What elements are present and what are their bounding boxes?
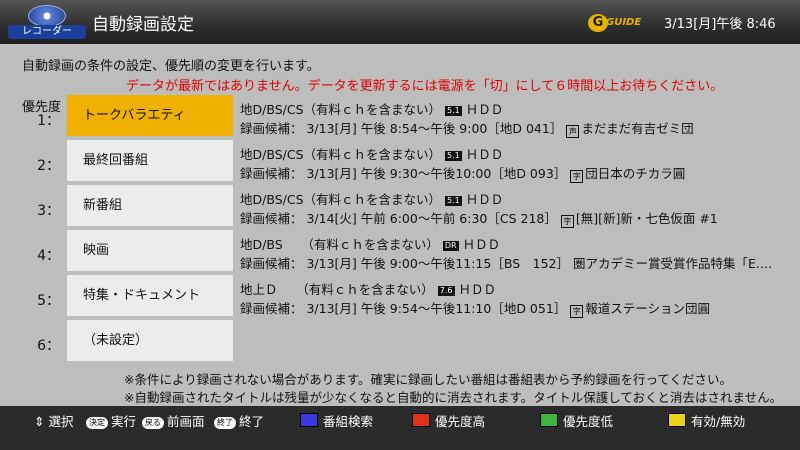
dr-mode-badge-icon: DR [442, 241, 459, 251]
priority-number: 1： [37, 113, 60, 129]
rule-candidate: 録画候補： 3/14[火] 午前 6:00～午前 6:30［CS 218］ 字[… [240, 208, 718, 228]
rule-condition: 地D/BS/CS（有料ｃｈを含まない） 5.1 ＨＤＤ [240, 144, 503, 163]
priority-row-5: 5： 特集・ドキュメント 地上Ｄ （有料ｃｈを含まない） 7.6 ＨＤＤ 録画候補：… [0, 275, 800, 319]
back-label: 前画面 [167, 414, 205, 429]
execute-hint[interactable]: 決定 実行 [86, 413, 136, 431]
priority-row-1: 1： トークバラエティ 地D/BS/CS（有料ｃｈを含まない） 5.1 ＨＤＤ 録画… [0, 95, 800, 139]
storage-text: ＨＤＤ [465, 102, 504, 117]
blue-program-search-hint[interactable]: 番組検索 [300, 413, 373, 431]
up-down-arrow-icon: ⇕ [34, 414, 45, 429]
rule-candidate: 録画候補： 3/13[月] 午後 9:54～午後11:10［地D 051］ 字報… [240, 298, 710, 318]
recorder-logo-label: レコーダー [8, 25, 86, 39]
rule-button-unset[interactable]: （未設定） [67, 320, 233, 361]
priority-up-label: 優先度高 [435, 414, 486, 429]
candidate-program: 団日本のチカラ圓 [585, 166, 686, 181]
end-key-icon: 終了 [214, 417, 236, 429]
note-text: ※自動録画されたタイトルは残量が少なくなると自動的に消去されます。タイトル保護し… [124, 390, 783, 405]
candidate-time: 録画候補： 3/13[月] 午後 9:54～午後11:10［地D 051］ [240, 301, 567, 316]
priority-row-3: 3： 新番組 地D/BS/CS（有料ｃｈを含まない） 5.1 ＨＤＤ 録画候補： 3… [0, 185, 800, 229]
red-priority-up-hint[interactable]: 優先度高 [412, 413, 485, 431]
audio-badge-icon: 5.1 [445, 151, 462, 161]
candidate-time: 録画候補： 3/13[月] 午後 8:54～午後 9:00［地D 041］ [240, 121, 563, 136]
bottom-bar: ⇕ 選択 決定 実行 戻る 前画面 終了 終了 番組検索 優先度高 優先度低 有効/無… [0, 406, 800, 450]
storage-text: ＨＤＤ [465, 192, 504, 207]
red-key-icon [412, 413, 430, 427]
rule-candidate: 録画候補： 3/13[月] 午後 9:30～午後10:00［地D 093］ 字団… [240, 163, 685, 183]
gguide-logo: G GUIDE [588, 14, 641, 32]
condition-text: 地D/BS （有料ｃｈを含まない） [240, 237, 439, 252]
rule-button-final-episode[interactable]: 最終回番組 [67, 140, 233, 181]
rule-condition: 地上Ｄ （有料ｃｈを含まない） 7.6 ＨＤＤ [240, 279, 496, 298]
condition-text: 地D/BS/CS（有料ｃｈを含まない） [240, 192, 442, 207]
yellow-key-icon [668, 413, 686, 427]
candidate-program: 圏アカデミー賞受賞作品特集「E.… [572, 256, 773, 271]
back-hint[interactable]: 戻る 前画面 [142, 413, 205, 431]
rule-button-documentary[interactable]: 特集・ドキュメント [67, 275, 233, 316]
rule-candidate: 録画候補： 3/13[月] 午後 9:00～午後11:15［BS 152］ 圏ア… [240, 253, 772, 272]
gguide-logo-text: GUIDE [606, 17, 642, 28]
candidate-time: 録画候補： 3/13[月] 午後 9:30～午後10:00［地D 093］ [240, 166, 567, 181]
candidate-time: 録画候補： 3/13[月] 午後 9:00～午後11:15［BS 152］ [240, 256, 569, 271]
rule-button-talk-variety[interactable]: トークバラエティ [67, 95, 233, 136]
condition-text: 地D/BS/CS（有料ｃｈを含まない） [240, 102, 442, 117]
audio-badge-icon: 5.1 [445, 106, 462, 116]
enter-key-icon: 決定 [86, 417, 108, 429]
select-hint: ⇕ 選択 [34, 413, 73, 431]
end-label: 終了 [239, 414, 265, 429]
disc-icon [28, 5, 66, 27]
candidate-program: まだまだ有吉ゼミ団 [581, 121, 694, 136]
subtitle-icon: 字 [570, 305, 584, 318]
rule-candidate: 録画候補： 3/13[月] 午後 8:54～午後 9:00［地D 041］ 声ま… [240, 118, 694, 138]
candidate-time: 録画候補： 3/14[火] 午前 6:00～午前 6:30［CS 218］ [240, 211, 557, 226]
condition-text: 地上Ｄ （有料ｃｈを含まない） [240, 282, 434, 297]
audio-badge-icon: 7.6 [437, 286, 455, 296]
green-priority-down-hint[interactable]: 優先度低 [540, 413, 613, 431]
audio-badge-icon: 5.1 [445, 196, 462, 206]
gguide-g-icon: G [588, 14, 608, 32]
rule-condition: 地D/BS/CS（有料ｃｈを含まない） 5.1 ＨＤＤ [240, 189, 503, 208]
warning-text: データが最新ではありません。データを更新するには電源を「切」にして６時間以上お待… [126, 79, 724, 94]
green-key-icon [540, 413, 558, 427]
yellow-toggle-hint[interactable]: 有効/無効 [668, 413, 745, 431]
program-search-label: 番組検索 [323, 414, 374, 429]
candidate-program: [無][新]新・七色仮面 #1 [575, 211, 718, 226]
blue-key-icon [300, 413, 318, 427]
rule-condition: 地D/BS （有料ｃｈを含まない） DR ＨＤＤ [240, 234, 500, 253]
description-text: 自動録画の条件の設定、優先順の変更を行います。 [22, 59, 320, 74]
page-title: 自動録画設定 [92, 15, 194, 35]
rule-button-movie[interactable]: 映画 [67, 230, 233, 271]
storage-text: ＨＤＤ [465, 147, 504, 162]
genre-icon: 字 [560, 215, 574, 228]
recorder-logo: レコーダー [8, 5, 86, 39]
condition-text: 地D/BS/CS（有料ｃｈを含まない） [240, 147, 442, 162]
toggle-enable-label: 有効/無効 [691, 414, 746, 429]
genre-icon: 声 [566, 125, 580, 138]
datetime: 3/13[月]午後 8:46 [664, 17, 776, 32]
execute-label: 実行 [111, 414, 137, 429]
priority-row-2: 2： 最終回番組 地D/BS/CS（有料ｃｈを含まない） 5.1 ＨＤＤ 録画候補：… [0, 140, 800, 184]
note-text: ※条件により録画されない場合があります。確実に録画したい番組は番組表から予約録画… [124, 372, 732, 387]
priority-number: 2： [37, 158, 60, 174]
priority-row-4: 4： 映画 地D/BS （有料ｃｈを含まない） DR ＨＤＤ 録画候補： 3/13[… [0, 230, 800, 274]
priority-number: 4： [37, 248, 60, 264]
priority-row-6: 6： （未設定） [0, 320, 800, 364]
priority-number: 6： [37, 338, 60, 354]
rule-button-new-program[interactable]: 新番組 [67, 185, 233, 226]
top-bar: レコーダー 自動録画設定 G GUIDE 3/13[月]午後 8:46 [0, 0, 800, 44]
back-key-icon: 戻る [142, 417, 164, 429]
storage-text: ＨＤＤ [458, 282, 497, 297]
subtitle-icon: 字 [570, 170, 584, 183]
priority-number: 5： [37, 293, 60, 309]
priority-number: 3： [37, 203, 60, 219]
candidate-program: 報道ステーション団圓 [585, 301, 711, 316]
select-label: 選択 [48, 414, 74, 429]
end-hint[interactable]: 終了 終了 [214, 413, 264, 431]
rule-condition: 地D/BS/CS（有料ｃｈを含まない） 5.1 ＨＤＤ [240, 99, 503, 118]
storage-text: ＨＤＤ [462, 237, 501, 252]
priority-down-label: 優先度低 [563, 414, 614, 429]
